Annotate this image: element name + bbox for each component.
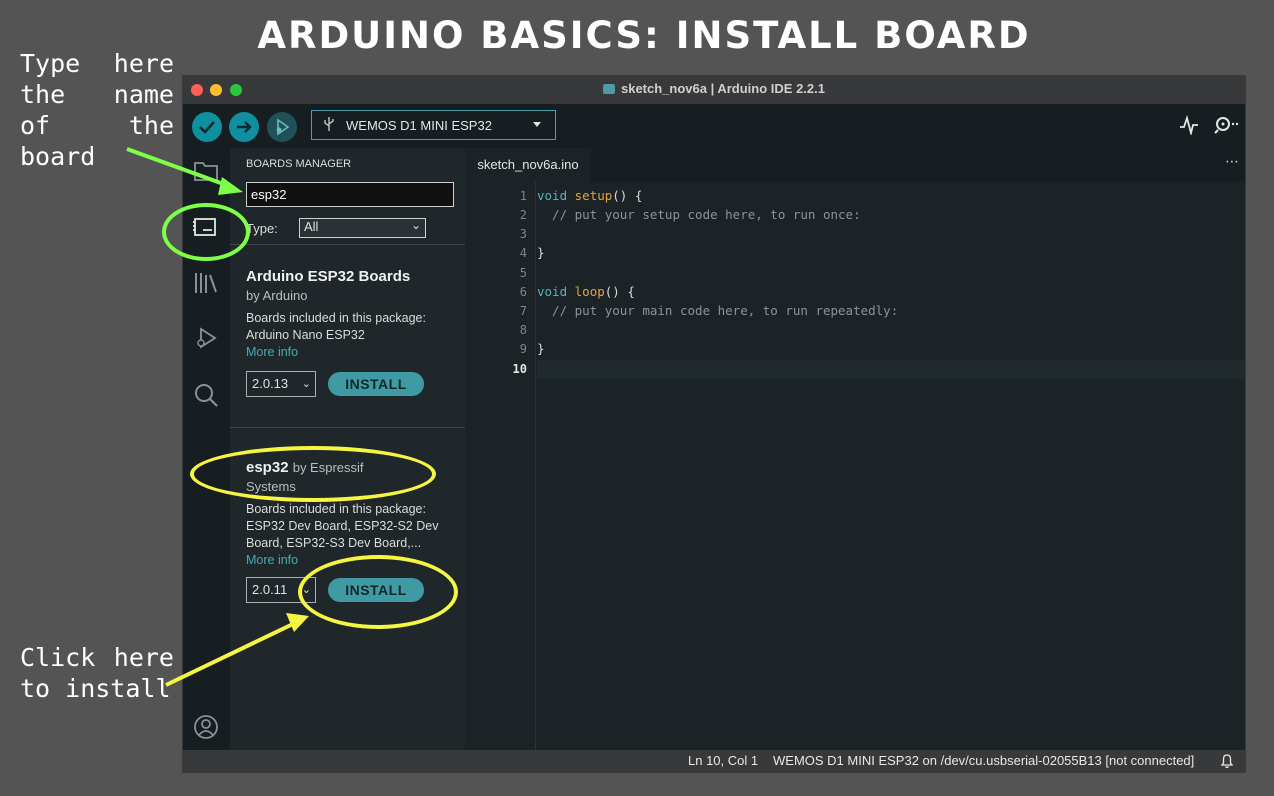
debug-icon xyxy=(276,118,290,136)
boards-search-input[interactable] xyxy=(246,182,454,207)
upload-button[interactable] xyxy=(229,112,259,142)
line-number: 3 xyxy=(519,227,527,241)
serial-monitor-button[interactable] xyxy=(1213,115,1241,139)
folder-icon xyxy=(194,162,218,181)
code-line: } xyxy=(537,341,545,356)
usb-icon xyxy=(324,116,334,134)
type-filter-label: Type: xyxy=(246,221,278,236)
divider xyxy=(230,427,465,428)
line-number: 7 xyxy=(519,304,527,318)
arduino-ide-window: sketch_nov6a | Arduino IDE 2.2.1 WEMOS D… xyxy=(183,76,1245,772)
chevron-down-icon xyxy=(533,122,541,127)
more-info-link[interactable]: More info xyxy=(246,345,456,359)
line-number-gutter: 1 2 3 4 5 6 7 8 9 10 xyxy=(465,182,536,750)
board-selector[interactable]: WEMOS D1 MINI ESP32 xyxy=(311,110,556,140)
panel-title: BOARDS MANAGER xyxy=(246,158,352,170)
package-name: esp32 xyxy=(246,459,289,476)
code-line: } xyxy=(537,245,545,260)
package-card-arduino-esp32: Arduino ESP32 Boards by Arduino Boards i… xyxy=(246,268,456,397)
version-select[interactable]: 2.0.11 ⌄ xyxy=(246,577,316,603)
install-button[interactable]: INSTALL xyxy=(328,372,424,396)
cursor-position: Ln 10, Col 1 xyxy=(688,753,759,768)
bell-icon[interactable] xyxy=(1220,753,1234,772)
current-line-highlight xyxy=(537,360,1245,379)
package-author: by Arduino xyxy=(246,288,308,303)
arrow-right-icon xyxy=(237,121,252,133)
sidebar-item-sketchbook[interactable] xyxy=(191,156,221,186)
chevron-down-icon: ⌄ xyxy=(301,378,311,390)
search-icon xyxy=(195,384,218,407)
sidebar-item-debug[interactable] xyxy=(191,324,221,354)
board-selector-label: WEMOS D1 MINI ESP32 xyxy=(346,117,492,133)
line-number-current: 10 xyxy=(512,362,527,376)
check-icon xyxy=(199,121,215,134)
line-number: 8 xyxy=(519,323,527,337)
type-filter-select[interactable]: All ⌄ xyxy=(299,218,426,238)
package-name-line: esp32 by Espressif xyxy=(246,459,456,476)
chevron-down-icon: ⌄ xyxy=(410,218,421,232)
window-title-text: sketch_nov6a | Arduino IDE 2.2.1 xyxy=(620,81,825,96)
user-icon xyxy=(194,715,218,739)
version-value: 2.0.11 xyxy=(252,582,288,597)
magnifier-icon xyxy=(1214,117,1239,134)
window-title: sketch_nov6a | Arduino IDE 2.2.1 xyxy=(183,81,1245,96)
chevron-down-icon: ⌄ xyxy=(301,584,311,596)
code-line: // put your setup code here, to run once… xyxy=(537,207,861,222)
page-title: ARDUINO BASICS: INSTALL BOARD xyxy=(257,14,1031,57)
version-select[interactable]: 2.0.13 ⌄ xyxy=(246,371,316,397)
type-filter-value: All xyxy=(304,219,319,234)
library-icon xyxy=(195,273,217,293)
package-by: by Espressif xyxy=(292,460,364,475)
activity-bar xyxy=(183,148,230,750)
annotation-click-here: Click here to install xyxy=(20,642,174,704)
line-number: 6 xyxy=(519,285,527,299)
sidebar-item-library-manager[interactable] xyxy=(191,268,221,298)
package-included-label: Boards included in this package: xyxy=(246,311,426,325)
code-editor: sketch_nov6a.ino ⋯ 1 2 3 4 5 6 7 8 9 10 … xyxy=(465,148,1245,750)
install-button-esp32[interactable]: INSTALL xyxy=(328,578,424,602)
package-included-boards: Arduino Nano ESP32 xyxy=(246,328,365,342)
tab-sketch[interactable]: sketch_nov6a.ino xyxy=(465,148,591,182)
line-number: 5 xyxy=(519,266,527,280)
annotation-click-word: Click xyxy=(20,643,96,672)
pulse-icon xyxy=(1180,114,1198,137)
code-area[interactable]: void setup() { // put your setup code he… xyxy=(537,182,1245,750)
line-number: 2 xyxy=(519,208,527,222)
package-card-esp32: esp32 by Espressif Systems Boards includ… xyxy=(246,459,456,603)
line-number: 9 xyxy=(519,342,527,356)
status-bar: Ln 10, Col 1 WEMOS D1 MINI ESP32 on /dev… xyxy=(183,750,1245,772)
package-author: Systems xyxy=(246,479,296,494)
more-info-link[interactable]: More info xyxy=(246,553,456,567)
package-name: Arduino ESP32 Boards xyxy=(246,268,411,285)
annotation-type-here: Type here the name of the board xyxy=(20,49,174,171)
code-line: void setup() { xyxy=(537,188,643,203)
annotation-to-install: to install xyxy=(20,674,171,703)
divider xyxy=(230,244,465,245)
package-included-label: Boards included in this package: xyxy=(246,502,426,516)
line-number: 4 xyxy=(519,246,527,260)
title-bar: sketch_nov6a | Arduino IDE 2.2.1 xyxy=(183,76,1245,104)
code-line: // put your main code here, to run repea… xyxy=(537,303,899,318)
boards-manager-panel: BOARDS MANAGER Type: All ⌄ Arduino ESP32… xyxy=(230,148,465,750)
annotation-here-word: here xyxy=(113,643,174,672)
package-included-boards: ESP32 Dev Board, ESP32-S2 Dev Board, ESP… xyxy=(246,519,439,550)
editor-tab-bar: sketch_nov6a.ino ⋯ xyxy=(465,148,1245,182)
more-icon[interactable]: ⋯ xyxy=(1225,154,1239,170)
version-value: 2.0.13 xyxy=(252,376,289,391)
verify-button[interactable] xyxy=(192,112,222,142)
debug-icon xyxy=(197,327,217,349)
arduino-file-icon xyxy=(602,84,615,94)
board-port-status[interactable]: WEMOS D1 MINI ESP32 on /dev/cu.usbserial… xyxy=(773,753,1194,768)
code-line: void loop() { xyxy=(537,284,635,299)
sidebar-item-boards-manager[interactable] xyxy=(191,212,221,242)
boards-manager-icon xyxy=(193,218,216,236)
debug-button[interactable] xyxy=(267,112,297,142)
toolbar: WEMOS D1 MINI ESP32 xyxy=(183,104,1245,148)
serial-plotter-button[interactable] xyxy=(1179,114,1199,139)
line-number: 1 xyxy=(519,189,527,203)
sidebar-item-search[interactable] xyxy=(191,380,221,410)
sidebar-item-profile[interactable] xyxy=(191,712,221,742)
